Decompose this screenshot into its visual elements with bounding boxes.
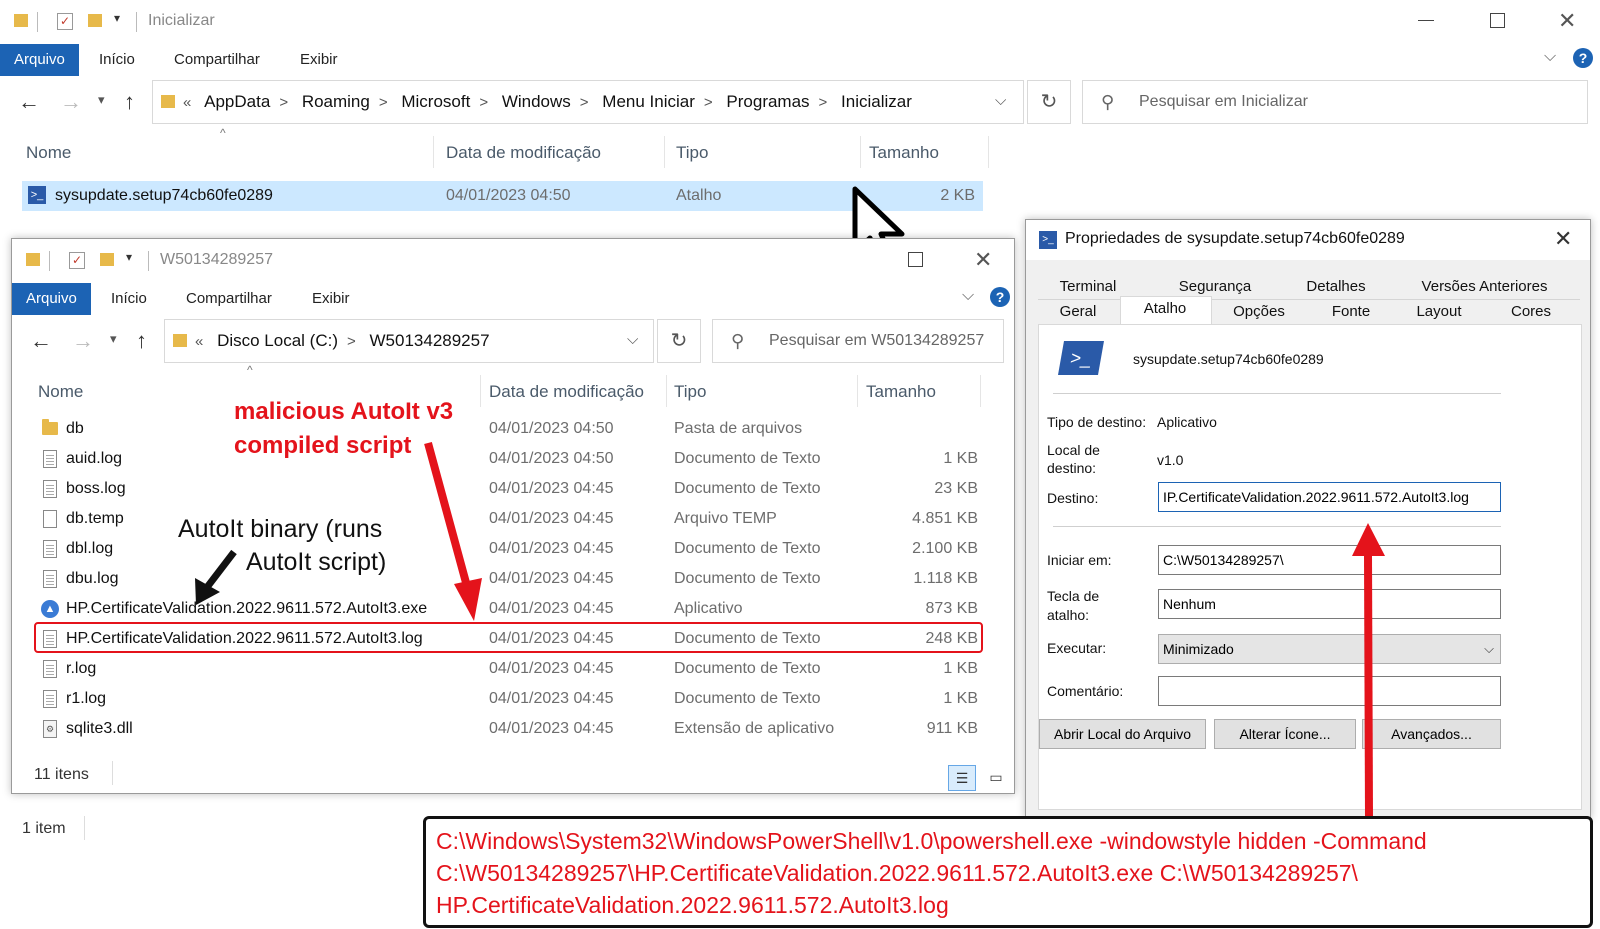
command-annotation-box: C:\Windows\System32\WindowsPowerShell\v1… bbox=[423, 816, 1593, 928]
command-line-2: C:\W50134289257\HP.CertificateValidation… bbox=[436, 860, 1358, 886]
red-arrow-to-log bbox=[424, 441, 472, 592]
red-arrowhead-destino bbox=[1352, 523, 1385, 556]
black-arrow-to-exe bbox=[205, 549, 237, 589]
red-arrowhead-log bbox=[454, 578, 482, 621]
command-line-3: HP.CertificateValidation.2022.9611.572.A… bbox=[436, 892, 949, 918]
command-line-1: C:\Windows\System32\WindowsPowerShell\v1… bbox=[436, 828, 1427, 854]
red-arrow-to-destino bbox=[1364, 554, 1373, 819]
annotation-arrows bbox=[195, 441, 1385, 819]
